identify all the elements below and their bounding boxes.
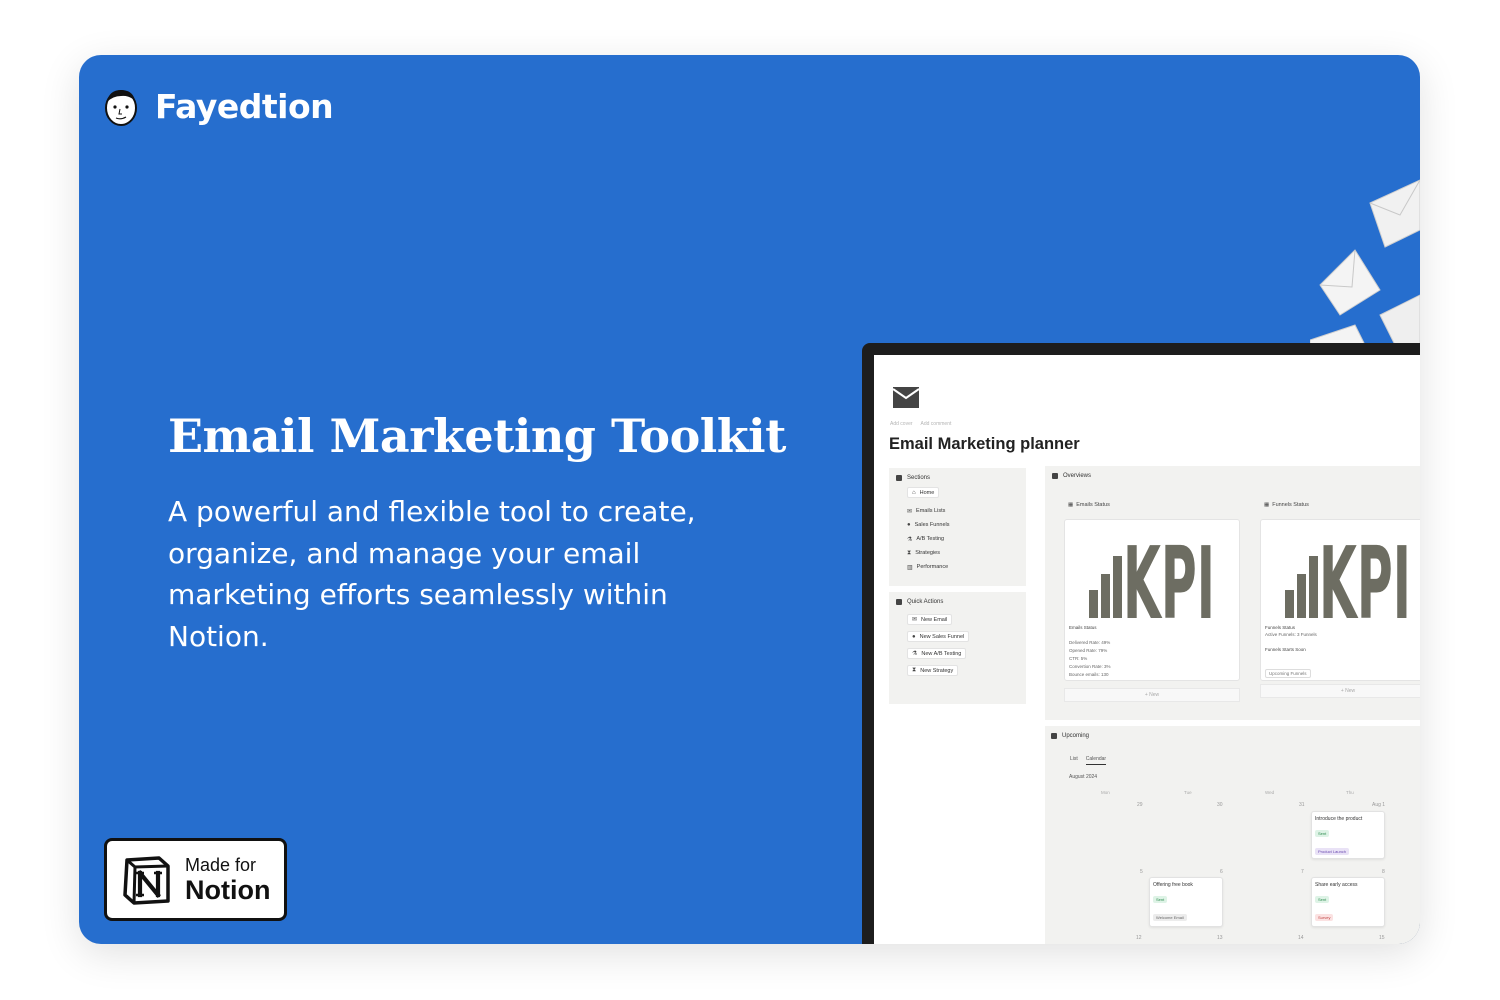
add-cover-link[interactable]: Add cover xyxy=(890,421,913,427)
badge-small-text: Made for xyxy=(185,854,257,875)
hero-card: Fayedtion Email Marketing Toolkit A powe… xyxy=(79,55,1420,944)
page-icon xyxy=(896,475,902,481)
gallery-icon: ▦ xyxy=(1264,502,1270,508)
category-tag: Welcome Email xyxy=(1153,914,1187,921)
status-badge: Sent xyxy=(1315,830,1330,837)
mail-icon: ✉ xyxy=(912,617,918,623)
notion-page: Add cover Add comment Email Marketing pl… xyxy=(874,355,1420,944)
new-email-button[interactable]: ✉ New Email xyxy=(907,614,953,625)
brand[interactable]: Fayedtion xyxy=(101,85,334,127)
page-icon xyxy=(1052,473,1058,479)
mail-icon: ✉ xyxy=(907,508,913,515)
hero-subtitle: A powerful and flexible tool to create, … xyxy=(168,495,696,653)
page-icon xyxy=(1051,733,1057,739)
emails-status-title: ▦ Emails Status xyxy=(1068,502,1110,508)
flask-icon: ⚗ xyxy=(912,651,918,657)
envelopes-decoration xyxy=(1310,179,1420,348)
status-badge: Sent xyxy=(1315,896,1330,903)
face-icon xyxy=(105,90,137,126)
status-badge: Sent xyxy=(1153,896,1168,903)
sidebar-item-strategies[interactable]: ⧗ Strategies xyxy=(907,546,1026,560)
home-icon: ⌂ xyxy=(912,489,916,496)
flask-icon: ⚗ xyxy=(907,536,913,543)
emails-status-card[interactable]: KPI Emails Status Delivered Rate: 49% Op… xyxy=(1064,519,1240,681)
overviews-box: Overviews ▦ Emails Status KPI Emails Stat… xyxy=(1045,466,1420,720)
sidebar-item-performance[interactable]: ▥ Performance xyxy=(907,560,1026,574)
kpi-chart-icon: KPI xyxy=(1089,528,1215,618)
envelope-icon xyxy=(1319,249,1381,316)
tab-list[interactable]: List xyxy=(1070,756,1078,765)
made-for-notion-badge[interactable]: Made for Notion xyxy=(104,838,287,921)
checkbox-icon xyxy=(896,599,902,605)
funnels-status-card[interactable]: KPI Funnels Status Active Funnels: 3 Fun… xyxy=(1260,519,1420,681)
hourglass-icon: ⧗ xyxy=(912,667,917,673)
category-tag: Survey xyxy=(1315,914,1334,921)
svg-text:KPI: KPI xyxy=(1319,528,1411,618)
funnels-new-button[interactable]: + New xyxy=(1260,684,1420,698)
device-screen: Add cover Add comment Email Marketing pl… xyxy=(862,343,1420,944)
upcoming-heading: Upcoming xyxy=(1062,733,1090,739)
hourglass-icon: ⧗ xyxy=(907,549,912,556)
view-tabs: List Calendar xyxy=(1070,756,1107,765)
tab-calendar[interactable]: Calendar xyxy=(1085,756,1107,765)
calendar-month: August 2024 xyxy=(1069,774,1098,780)
sidebar-item-home[interactable]: ⌂ Home xyxy=(907,487,940,498)
calendar-event[interactable]: Introduce the product Sent Product Launc… xyxy=(1311,811,1385,859)
overviews-heading: Overviews xyxy=(1063,473,1092,479)
sidebar-item-ab-testing[interactable]: ⚗ A/B Testing xyxy=(907,532,1026,546)
quick-actions-heading: Quick Actions xyxy=(907,599,944,605)
sidebar-item-emails-lists[interactable]: ✉ Emails Lists xyxy=(907,504,1026,518)
gallery-icon: ▦ xyxy=(1068,502,1074,508)
category-tag: Product Launch xyxy=(1315,848,1350,855)
brand-name: Fayedtion xyxy=(155,86,334,126)
envelope-icon xyxy=(893,387,919,408)
sections-box: Sections ⌂ Home ✉ Emails Lists ● Sales Funn… xyxy=(889,468,1026,586)
envelope-icon xyxy=(1379,294,1420,346)
upcoming-funnels-tag: Upcoming Funnels xyxy=(1265,669,1311,678)
quick-actions-box: Quick Actions ✉ New Email ● New Sales Funn… xyxy=(889,592,1026,704)
sidebar-item-sales-funnels[interactable]: ● Sales Funnels xyxy=(907,518,1026,532)
page-title: Email Marketing planner xyxy=(889,435,1080,453)
sections-heading: Sections xyxy=(907,475,931,481)
add-comment-link[interactable]: Add comment xyxy=(921,421,952,427)
compass-icon: ● xyxy=(912,633,916,640)
page-actions: Add cover Add comment xyxy=(890,421,951,427)
funnels-status-title: ▦ Funnels Status xyxy=(1264,502,1309,508)
chart-icon: ▥ xyxy=(907,564,913,571)
notion-logo-icon xyxy=(123,855,170,905)
hero-title: Email Marketing Toolkit xyxy=(168,409,786,463)
svg-text:KPI: KPI xyxy=(1123,528,1215,618)
calendar-event[interactable]: Offering free book Sent Welcome Email xyxy=(1149,877,1223,927)
new-strategy-button[interactable]: ⧗ New Strategy xyxy=(907,665,959,676)
compass-icon: ● xyxy=(907,522,911,528)
calendar-event[interactable]: Share early access Sent Survey xyxy=(1311,877,1385,927)
envelope-icon xyxy=(1369,179,1420,248)
emails-new-button[interactable]: + New xyxy=(1064,688,1240,702)
new-sales-funnel-button[interactable]: ● New Sales Funnel xyxy=(907,631,970,642)
badge-big-text: Notion xyxy=(185,874,271,905)
kpi-chart-icon: KPI xyxy=(1285,528,1411,618)
new-ab-testing-button[interactable]: ⚗ New A/B Testing xyxy=(907,648,967,659)
